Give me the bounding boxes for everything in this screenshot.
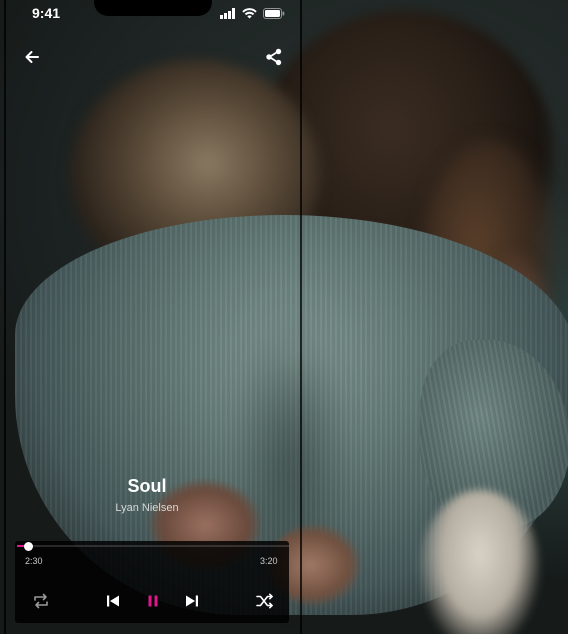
shuffle-button[interactable]: [254, 592, 276, 610]
shuffle-icon: [256, 593, 273, 609]
progress-knob[interactable]: [24, 542, 33, 551]
repeat-icon: [34, 593, 48, 609]
song-artist: Lyan Nielsen: [115, 502, 179, 514]
background-photo: [0, 0, 568, 634]
player-panel: [15, 541, 289, 623]
time-total: 3:20: [260, 556, 278, 566]
arrow-left-icon: [25, 51, 39, 63]
next-button[interactable]: [183, 592, 201, 610]
battery-icon: [263, 7, 285, 19]
repeat-button[interactable]: [31, 592, 51, 610]
previous-icon: [107, 595, 119, 607]
wifi-icon: [242, 7, 257, 18]
device-notch: [94, 0, 212, 16]
share-button[interactable]: [264, 47, 284, 67]
status-time: 9:41: [32, 5, 61, 21]
next-icon: [186, 595, 198, 607]
back-button[interactable]: [22, 47, 42, 67]
share-icon: [266, 48, 282, 66]
song-title: Soul: [127, 476, 167, 496]
time-elapsed: 2:30: [25, 556, 43, 566]
frame-divider-left: [4, 0, 6, 634]
previous-button[interactable]: [104, 592, 122, 610]
pause-button[interactable]: [144, 592, 162, 610]
pause-icon: [148, 595, 158, 607]
status-icons: [220, 7, 285, 19]
frame-divider-right: [300, 0, 302, 634]
progress-track[interactable]: [17, 545, 289, 547]
signal-icon: [220, 7, 235, 19]
